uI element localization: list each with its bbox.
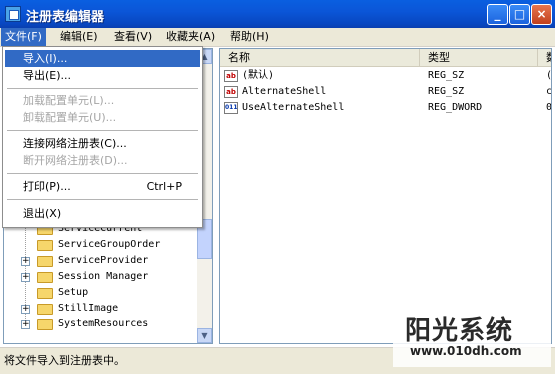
tree-item-systemresources[interactable]: + SystemResources: [4, 316, 199, 332]
value-name: AlternateShell: [242, 86, 327, 97]
column-header-type[interactable]: 类型: [420, 49, 538, 66]
close-button[interactable]: ×: [531, 4, 552, 25]
menu-file[interactable]: 文件(F): [1, 28, 46, 46]
window-title: 注册表编辑器: [26, 10, 105, 25]
watermark-logo-text: 阳光系统: [405, 316, 514, 346]
value-type: REG_SZ: [428, 86, 465, 97]
value-type: REG_DWORD: [428, 102, 483, 113]
menu-help[interactable]: 帮助(H): [226, 28, 273, 46]
menu-item-import[interactable]: 导入(I)...: [5, 50, 200, 67]
menu-item-unload-hive: 卸载配置单元(U)...: [23, 111, 117, 124]
expand-plus-icon[interactable]: +: [21, 320, 30, 329]
column-header-data[interactable]: 数: [538, 49, 551, 66]
menu-item-exit[interactable]: 退出(X): [5, 205, 200, 222]
value-data: 0:: [546, 102, 552, 113]
list-header: 名称 类型 数: [220, 49, 551, 67]
menu-separator: [7, 199, 198, 200]
scroll-down-arrow-icon[interactable]: ▼: [197, 328, 212, 343]
tree-item-stillimage[interactable]: + StillImage: [4, 301, 199, 317]
value-data: c: [546, 86, 552, 97]
string-value-icon: ab: [224, 70, 238, 82]
tree-item-label: Setup: [58, 287, 89, 298]
folder-icon: [37, 319, 53, 330]
folder-icon: [37, 256, 53, 267]
tree-item-label: SystemResources: [58, 318, 149, 329]
menu-item-print-shortcut: Ctrl+P: [146, 180, 182, 193]
value-name: (默认): [242, 70, 275, 81]
expand-plus-icon[interactable]: +: [21, 305, 30, 314]
folder-icon: [37, 304, 53, 315]
expand-plus-icon[interactable]: +: [21, 273, 30, 282]
menu-item-print-label: 打印(P)...: [23, 180, 71, 193]
binary-value-icon: 011: [224, 102, 238, 114]
regedit-app-icon: [5, 6, 21, 22]
list-row[interactable]: 011 UseAlternateShell REG_DWORD 0:: [220, 100, 551, 116]
tree-item-session-manager[interactable]: + Session Manager: [4, 269, 199, 285]
tree-item-label: StillImage: [58, 303, 119, 314]
folder-icon: [37, 288, 53, 299]
value-type: REG_SZ: [428, 70, 465, 81]
folder-icon: [37, 240, 53, 251]
tree-item-label: ServiceProvider: [58, 255, 149, 266]
string-value-icon: ab: [224, 86, 238, 98]
menu-item-export[interactable]: 导出(E)...: [5, 67, 200, 84]
menu-favorites[interactable]: 收藏夹(A): [162, 28, 219, 46]
tree-item-setup[interactable]: Setup: [4, 285, 199, 301]
list-row[interactable]: ab AlternateShell REG_SZ c: [220, 84, 551, 100]
file-menu-dropdown: 导入(I)... 导出(E)... 加载配置单元(L)... 卸载配置单元(U)…: [2, 46, 203, 228]
folder-icon: [37, 272, 53, 283]
column-header-name[interactable]: 名称: [220, 49, 420, 66]
menu-separator: [7, 130, 198, 131]
minimize-button[interactable]: _: [487, 4, 508, 25]
title-bar: 注册表编辑器 _ □ ×: [0, 0, 555, 28]
values-list[interactable]: 名称 类型 数 ab (默认) REG_SZ ( ab AlternateShe…: [219, 48, 552, 344]
maximize-button[interactable]: □: [509, 4, 530, 25]
value-name: UseAlternateShell: [242, 102, 345, 113]
tree-item-label: Session Manager: [58, 271, 149, 282]
menu-view[interactable]: 查看(V): [110, 28, 156, 46]
menu-bar: 文件(F) 编辑(E) 查看(V) 收藏夹(A) 帮助(H): [0, 28, 555, 47]
menu-item-disconnect-network-registry: 断开网络注册表(D)...: [23, 154, 128, 167]
value-data: (: [546, 70, 552, 81]
tree-item-servicegrouporder[interactable]: ServiceGroupOrder: [4, 237, 199, 253]
list-row[interactable]: ab (默认) REG_SZ (: [220, 68, 551, 84]
status-text: 将文件导入到注册表中。: [4, 354, 125, 367]
tree-item-label: ServiceGroupOrder: [58, 239, 161, 250]
menu-separator: [7, 88, 198, 89]
menu-item-load-hive: 加载配置单元(L)...: [23, 94, 115, 107]
menu-item-print[interactable]: 打印(P)... Ctrl+P: [5, 178, 200, 195]
tree-item-serviceprovider[interactable]: + ServiceProvider: [4, 253, 199, 269]
watermark-url: www.010dh.com: [410, 344, 522, 358]
menu-edit[interactable]: 编辑(E): [56, 28, 102, 46]
expand-plus-icon[interactable]: +: [21, 257, 30, 266]
menu-item-connect-network-registry[interactable]: 连接网络注册表(C)...: [5, 135, 200, 152]
menu-separator: [7, 173, 198, 174]
